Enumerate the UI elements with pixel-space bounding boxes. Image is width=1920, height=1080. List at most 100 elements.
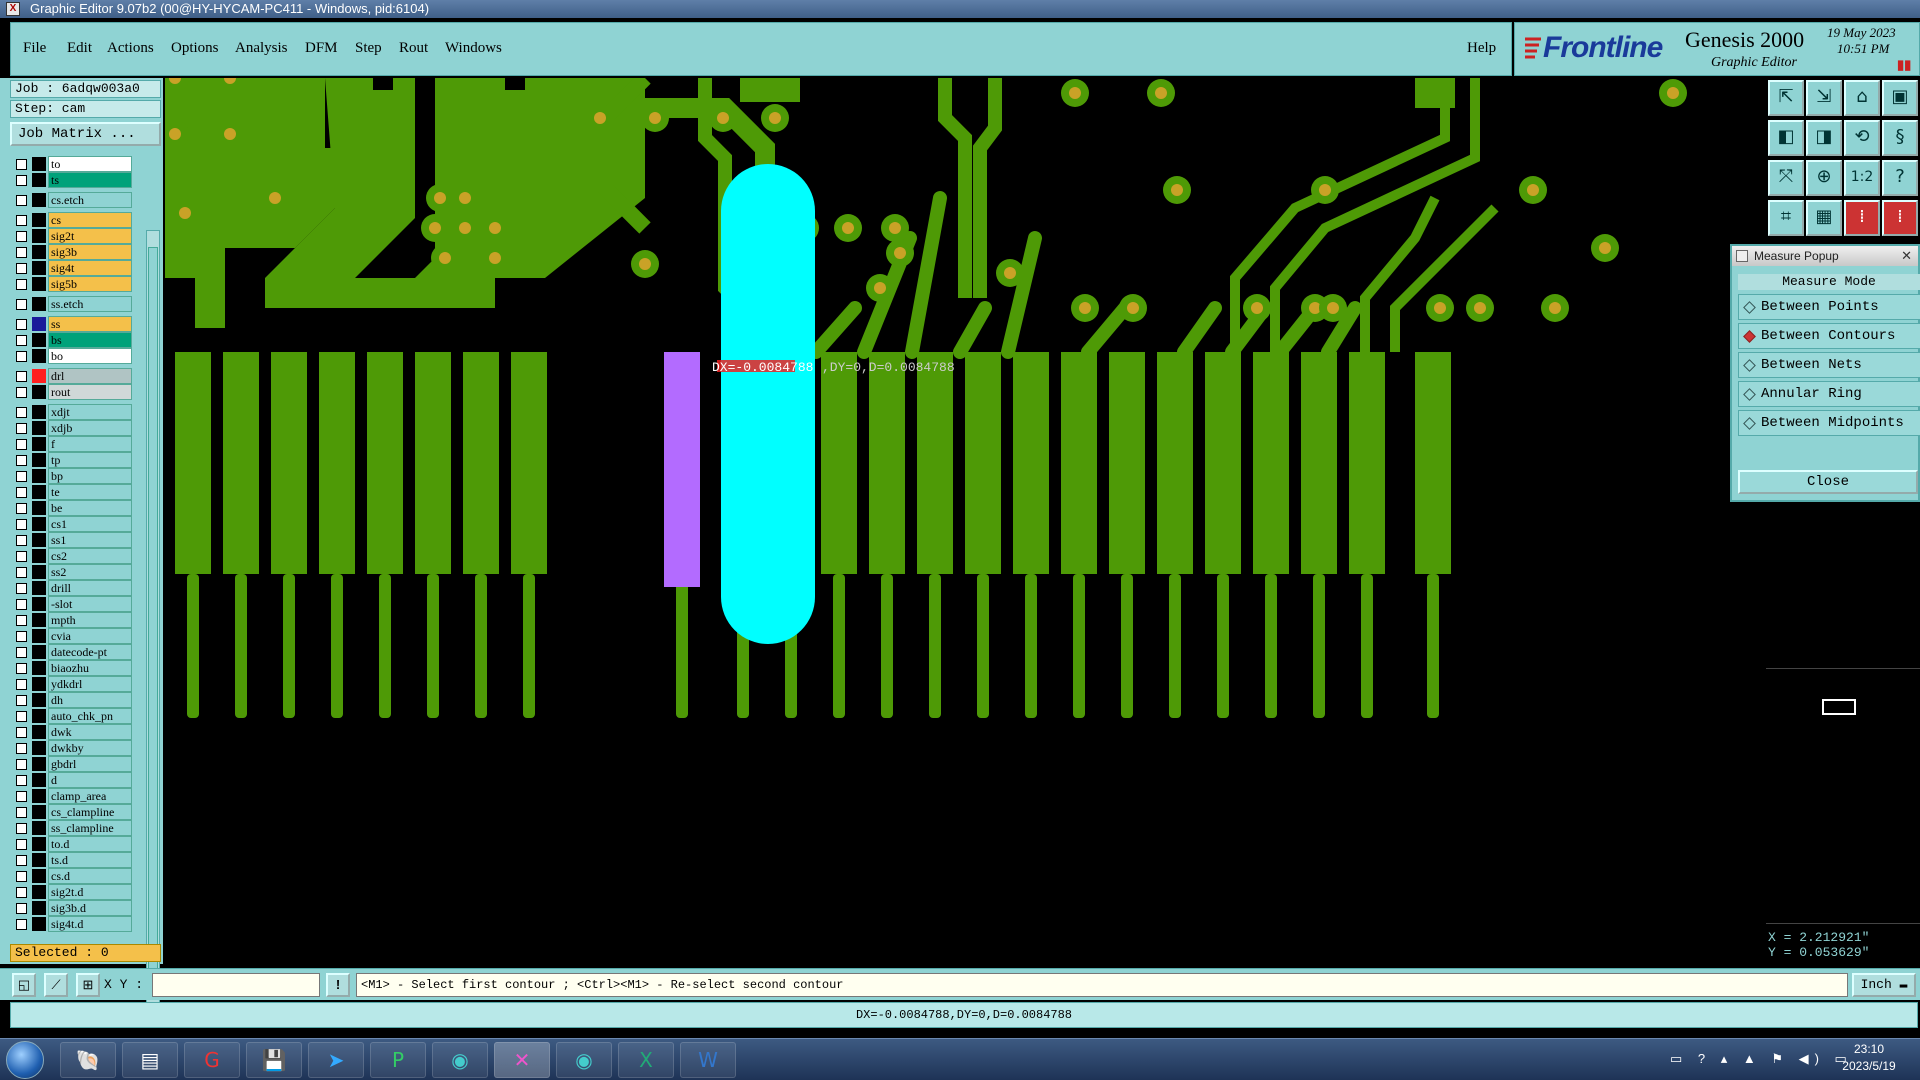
layer-row[interactable]: ts.d <box>12 852 132 868</box>
layer-row[interactable]: gbdrl <box>12 756 132 772</box>
layer-row[interactable]: tp <box>12 452 132 468</box>
pcb-drawing[interactable]: DX=-0.0084788 ,DY=0,D=0.0084788 <box>165 78 1765 968</box>
layer-checkbox[interactable] <box>16 807 27 818</box>
scale-one-to-two-icon[interactable]: 1:2 <box>1844 160 1880 196</box>
measure-option[interactable]: Between Points <box>1738 294 1920 320</box>
layer-row[interactable]: cs <box>12 212 132 228</box>
layer-name[interactable]: xdjt <box>48 404 132 420</box>
redraw-icon[interactable]: § <box>1882 120 1918 156</box>
layer-row[interactable]: ss.etch <box>12 296 132 312</box>
layer-color-swatch[interactable] <box>32 245 46 259</box>
layer-name[interactable]: datecode-pt <box>48 644 132 660</box>
layer-name[interactable]: cvia <box>48 628 132 644</box>
layer-row[interactable]: dh <box>12 692 132 708</box>
layer-row[interactable]: be <box>12 500 132 516</box>
layer-name[interactable]: to <box>48 156 132 172</box>
layer-color-swatch[interactable] <box>32 485 46 499</box>
layer-name[interactable]: cs.etch <box>48 192 132 208</box>
layer-row[interactable]: bp <box>12 468 132 484</box>
layer-row[interactable]: sig5b <box>12 276 132 292</box>
layer-row[interactable]: te <box>12 484 132 500</box>
layer-color-swatch[interactable] <box>32 869 46 883</box>
layer-row[interactable]: ydkdrl <box>12 676 132 692</box>
layer-checkbox[interactable] <box>16 387 27 398</box>
fit-icon[interactable]: ⤧ <box>1768 160 1804 196</box>
green-app-icon[interactable]: P <box>370 1042 426 1078</box>
layer-checkbox[interactable] <box>16 599 27 610</box>
layer-name[interactable]: bo <box>48 348 132 364</box>
layer-color-swatch[interactable] <box>32 597 46 611</box>
layer-checkbox[interactable] <box>16 175 27 186</box>
layer-display-alt-icon[interactable]: ⁞ <box>1882 200 1918 236</box>
layer-checkbox[interactable] <box>16 855 27 866</box>
layer-color-swatch[interactable] <box>32 853 46 867</box>
rotate-icon[interactable]: ⟲ <box>1844 120 1880 156</box>
measure-option[interactable]: Between Contours <box>1738 323 1920 349</box>
layer-name[interactable]: cs <box>48 212 132 228</box>
layer-color-swatch[interactable] <box>32 437 46 451</box>
layer-checkbox[interactable] <box>16 319 27 330</box>
layer-scrollbar[interactable] <box>146 230 160 1018</box>
layer-row[interactable]: biaozhu <box>12 660 132 676</box>
layer-checkbox[interactable] <box>16 371 27 382</box>
layer-row[interactable]: ts <box>12 172 132 188</box>
layer-color-swatch[interactable] <box>32 385 46 399</box>
foxit-app-icon[interactable]: G <box>184 1042 240 1078</box>
measure-option[interactable]: Between Midpoints <box>1738 410 1920 436</box>
layer-name[interactable]: cs2 <box>48 548 132 564</box>
layer-name[interactable]: sig5b <box>48 276 132 292</box>
layer-name[interactable]: sig4t.d <box>48 916 132 932</box>
layer-color-swatch[interactable] <box>32 421 46 435</box>
layer-color-swatch[interactable] <box>32 533 46 547</box>
scrollbar-thumb[interactable] <box>148 247 158 997</box>
layer-name[interactable]: te <box>48 484 132 500</box>
layer-name[interactable]: sig4t <box>48 260 132 276</box>
layer-checkbox[interactable] <box>16 423 27 434</box>
notepad-app-icon[interactable]: ▤ <box>122 1042 178 1078</box>
layer-row[interactable]: cs_clampline <box>12 804 132 820</box>
layer-row[interactable]: datecode-pt <box>12 644 132 660</box>
layer-name[interactable]: ss <box>48 316 132 332</box>
system-clock[interactable]: 23:10 2023/5/19 <box>1824 1041 1914 1079</box>
layer-name[interactable]: be <box>48 500 132 516</box>
layer-checkbox[interactable] <box>16 551 27 562</box>
layer-row[interactable]: f <box>12 436 132 452</box>
layer-name[interactable]: ss.etch <box>48 296 132 312</box>
layer-checkbox[interactable] <box>16 439 27 450</box>
menu-edit[interactable]: Edit <box>67 40 92 57</box>
close-icon[interactable]: ✕ <box>1901 246 1912 266</box>
layer-color-swatch[interactable] <box>32 333 46 347</box>
layer-checkbox[interactable] <box>16 407 27 418</box>
layer-row[interactable]: ss1 <box>12 532 132 548</box>
layer-color-swatch[interactable] <box>32 789 46 803</box>
layer-color-swatch[interactable] <box>32 581 46 595</box>
layer-row[interactable]: sig2t <box>12 228 132 244</box>
layer-name[interactable]: gbdrl <box>48 756 132 772</box>
layer-name[interactable]: bs <box>48 332 132 348</box>
home-icon[interactable]: ⌂ <box>1844 80 1880 116</box>
layer-name[interactable]: drl <box>48 368 132 384</box>
layer-checkbox[interactable] <box>16 351 27 362</box>
layer-row[interactable]: mpth <box>12 612 132 628</box>
layer-color-swatch[interactable] <box>32 229 46 243</box>
layer-color-swatch[interactable] <box>32 349 46 363</box>
layer-color-swatch[interactable] <box>32 517 46 531</box>
layer-name[interactable]: clamp_area <box>48 788 132 804</box>
layer-color-swatch[interactable] <box>32 453 46 467</box>
layer-color-swatch[interactable] <box>32 369 46 383</box>
layer-color-swatch[interactable] <box>32 693 46 707</box>
layer-checkbox[interactable] <box>16 823 27 834</box>
layer-row[interactable]: dwkby <box>12 740 132 756</box>
layer-name[interactable]: mpth <box>48 612 132 628</box>
layer-checkbox[interactable] <box>16 455 27 466</box>
layer-color-swatch[interactable] <box>32 645 46 659</box>
menu-actions[interactable]: Actions <box>107 40 154 57</box>
layer-row[interactable]: sig4t <box>12 260 132 276</box>
layer-color-swatch[interactable] <box>32 317 46 331</box>
layer-name[interactable]: cs_clampline <box>48 804 132 820</box>
layer-color-swatch[interactable] <box>32 297 46 311</box>
layer-checkbox[interactable] <box>16 647 27 658</box>
xy-input[interactable] <box>152 973 320 997</box>
layer-name[interactable]: xdjb <box>48 420 132 436</box>
grid-icon[interactable]: ▦ <box>1806 200 1842 236</box>
